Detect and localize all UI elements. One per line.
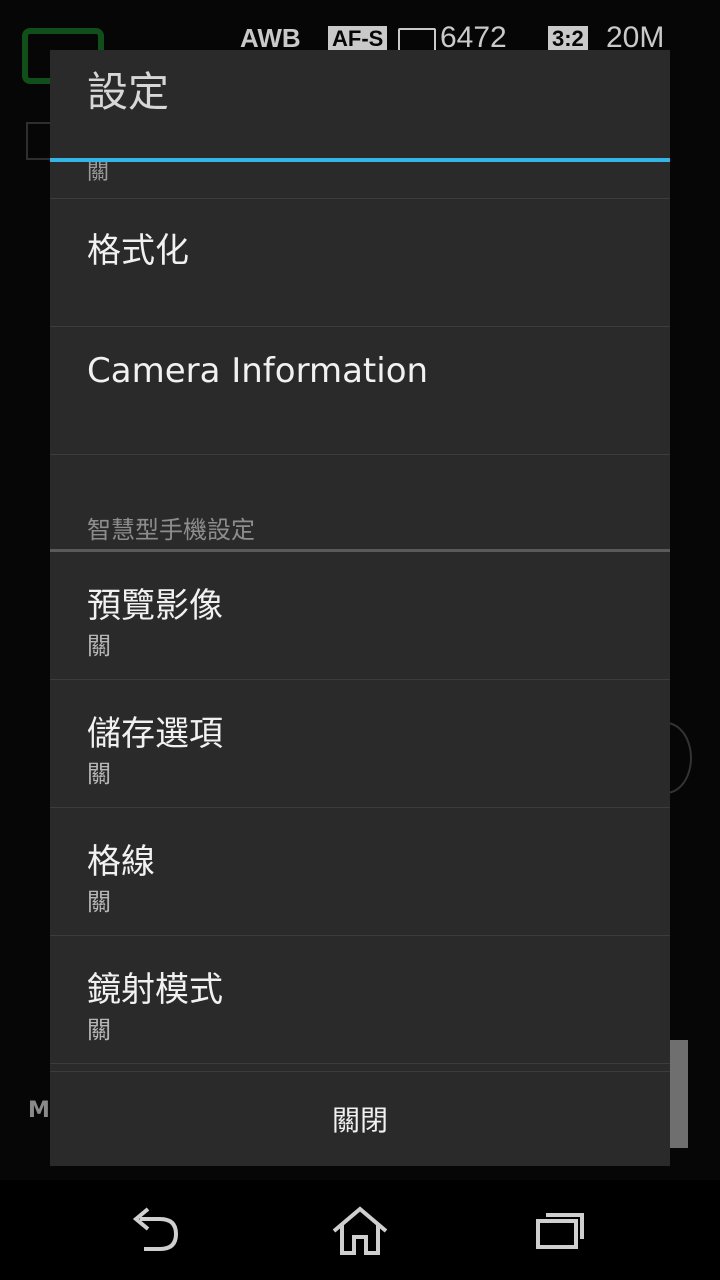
aspect-ratio-indicator: 3:2 bbox=[548, 26, 588, 52]
partial-list-item[interactable]: 關 bbox=[50, 162, 670, 199]
settings-dialog: 設定 關 格式化 Camera Information 智慧型手機設定 預覽影像… bbox=[50, 50, 670, 1166]
section-header-label: 智慧型手機設定 bbox=[87, 516, 255, 544]
setting-item-value: 關 bbox=[87, 888, 111, 916]
setting-item-grid-lines[interactable]: 格線 關 bbox=[50, 808, 670, 936]
setting-item-title: 鏡射模式 bbox=[87, 970, 223, 1010]
recents-button[interactable] bbox=[500, 1180, 620, 1280]
setting-item-save-options[interactable]: 儲存選項 關 bbox=[50, 680, 670, 808]
dialog-footer: 關閉 bbox=[50, 1071, 670, 1166]
back-button[interactable] bbox=[100, 1180, 220, 1280]
back-icon bbox=[132, 1207, 179, 1251]
setting-item-format[interactable]: 格式化 bbox=[50, 199, 670, 327]
gallery-thumbnail bbox=[668, 1040, 688, 1148]
setting-item-camera-information[interactable]: Camera Information bbox=[50, 327, 670, 455]
setting-item-title: 儲存選項 bbox=[87, 714, 223, 754]
setting-item-value: 關 bbox=[87, 632, 111, 660]
shooting-mode-label: M bbox=[28, 1098, 50, 1123]
memory-card-icon bbox=[398, 28, 436, 52]
setting-item-mirror-mode[interactable]: 鏡射模式 關 bbox=[50, 936, 670, 1064]
close-button[interactable]: 關閉 bbox=[50, 1072, 670, 1166]
navigation-bar bbox=[0, 1180, 720, 1280]
setting-item-title: Camera Information bbox=[87, 351, 429, 391]
settings-list[interactable]: 關 格式化 Camera Information 智慧型手機設定 預覽影像 關 … bbox=[50, 162, 670, 1071]
setting-item-title: 格線 bbox=[87, 842, 155, 882]
recents-icon bbox=[536, 1213, 584, 1249]
section-header-smartphone-settings: 智慧型手機設定 bbox=[50, 455, 670, 549]
partial-item-value: 關 bbox=[87, 162, 110, 185]
setting-item-value: 關 bbox=[87, 760, 111, 788]
focus-mode-indicator: AF-S bbox=[328, 26, 388, 52]
dialog-title: 設定 bbox=[87, 68, 169, 116]
setting-item-preview-image[interactable]: 預覽影像 關 bbox=[50, 552, 670, 680]
setting-item-title: 預覽影像 bbox=[87, 586, 223, 626]
home-icon bbox=[332, 1206, 388, 1255]
setting-item-value: 關 bbox=[87, 1016, 111, 1044]
setting-item-title: 格式化 bbox=[87, 231, 189, 271]
home-button[interactable] bbox=[300, 1180, 420, 1280]
